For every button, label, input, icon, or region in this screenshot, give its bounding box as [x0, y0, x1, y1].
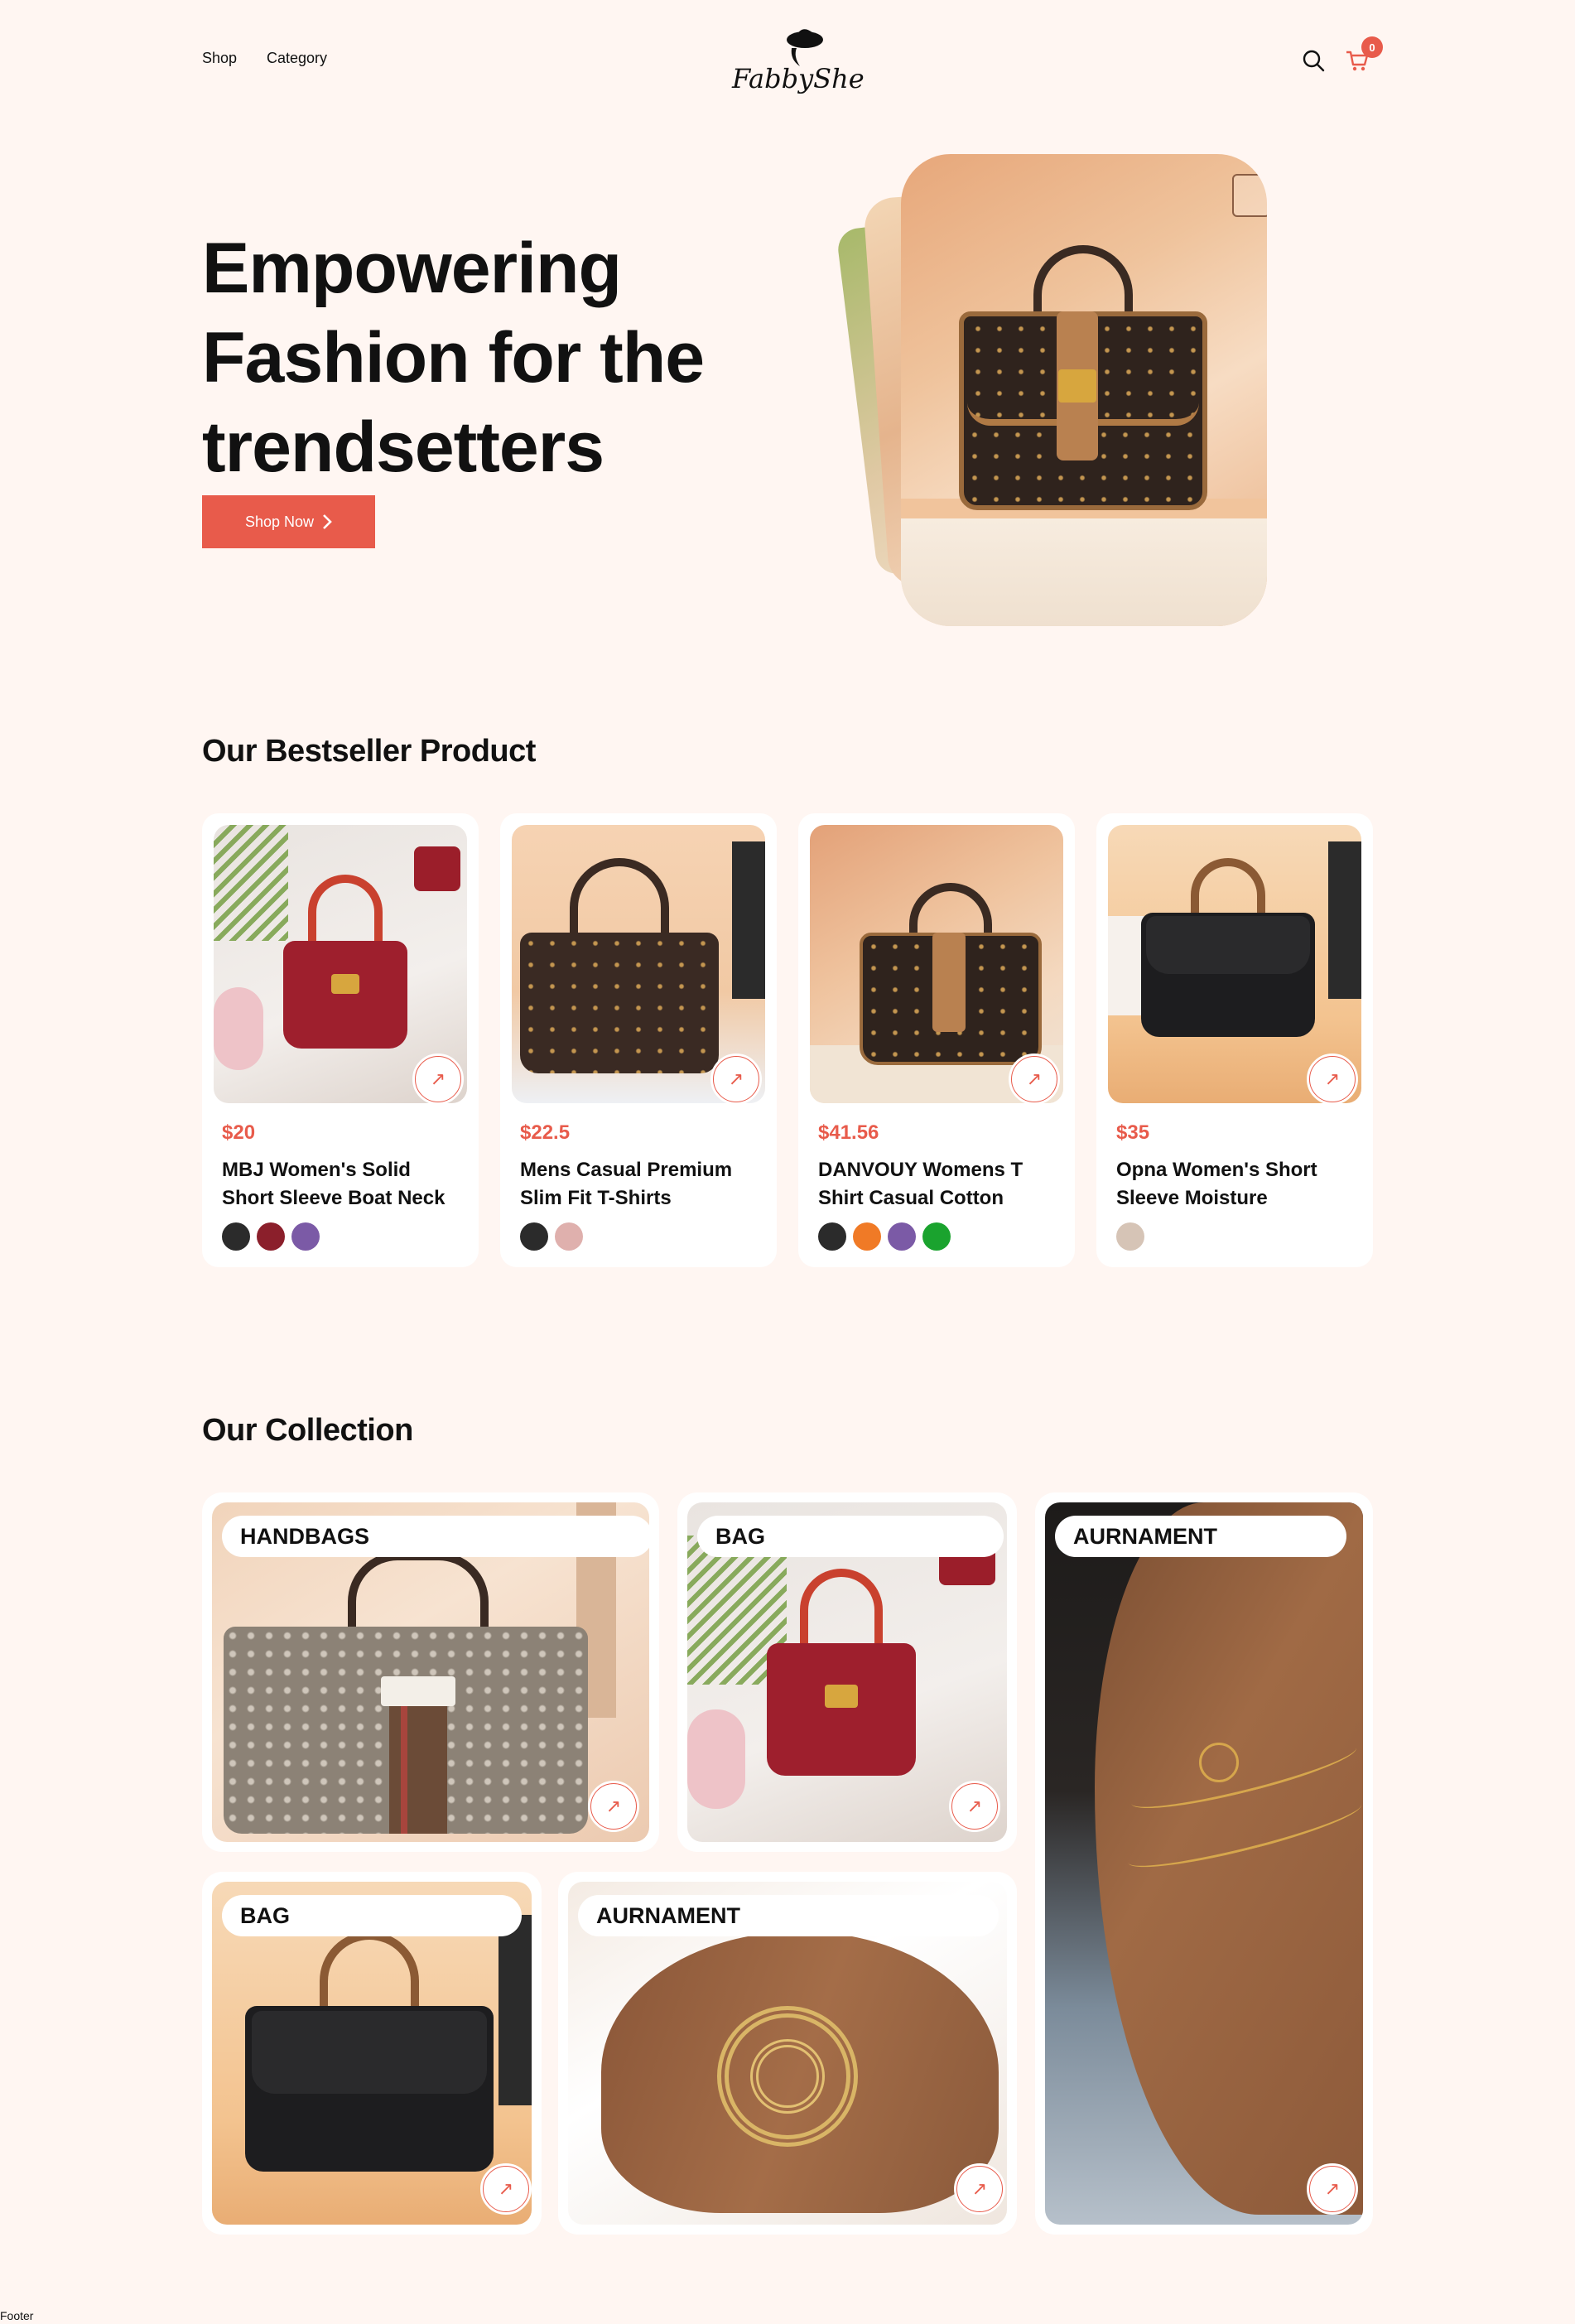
collection-label: BAG [222, 1895, 522, 1936]
product-name: Opna Women's Short Sleeve Moisture [1116, 1159, 1317, 1209]
arrow-up-right-icon: ↗ [1309, 2166, 1356, 2212]
hero-image [901, 154, 1267, 626]
product-name: DANVOUY Womens T Shirt Casual Cotton [818, 1159, 1024, 1209]
shop-now-button[interactable]: Shop Now [202, 495, 375, 548]
chevron-right-icon [323, 514, 332, 529]
color-swatches [222, 1222, 320, 1251]
collection-card-handbags[interactable]: HANDBAGS ↗ [202, 1492, 659, 1852]
collection-label: HANDBAGS [222, 1516, 653, 1557]
product-price: $22.5 [520, 1121, 571, 1144]
product-price: $35 [1116, 1121, 1150, 1144]
product-card[interactable]: ↗ $22.5 Mens Casual Premium Slim Fit T-S… [500, 813, 777, 1267]
view-product-button[interactable]: ↗ [1307, 1054, 1358, 1105]
footer: Footer [0, 2309, 34, 2322]
product-card[interactable]: ↗ $20 MBJ Women's Solid Short Sleeve Boa… [202, 813, 479, 1267]
arrow-up-right-icon: ↗ [415, 1056, 461, 1102]
color-swatch[interactable] [257, 1222, 285, 1251]
hero-shelf-base [901, 518, 1267, 626]
brand-logo[interactable]: FabbyShe [727, 20, 865, 103]
collection-label: BAG [697, 1516, 1004, 1557]
handbag-illustration [951, 245, 1216, 518]
arrow-up-right-icon: ↗ [1011, 1056, 1057, 1102]
collection-card-aurnament[interactable]: AURNAMENT ↗ [1035, 1492, 1373, 2235]
view-collection-button[interactable]: ↗ [954, 2163, 1005, 2215]
brand-logo-text: FabbyShe [732, 63, 865, 94]
product-card[interactable]: ↗ $35 Opna Women's Short Sleeve Moisture [1096, 813, 1373, 1267]
nav-category-link[interactable]: Category [267, 50, 327, 67]
view-collection-button[interactable]: ↗ [588, 1781, 639, 1832]
collection-label: AURNAMENT [578, 1895, 999, 1936]
collection-card-bag[interactable]: BAG ↗ [202, 1872, 542, 2235]
color-swatch[interactable] [818, 1222, 846, 1251]
color-swatches [818, 1222, 951, 1251]
arrow-up-right-icon: ↗ [951, 1783, 998, 1830]
view-collection-button[interactable]: ↗ [949, 1781, 1000, 1832]
product-price: $20 [222, 1121, 256, 1144]
color-swatch[interactable] [520, 1222, 548, 1251]
search-icon[interactable] [1302, 49, 1325, 72]
arrow-up-right-icon: ↗ [590, 1783, 637, 1830]
arrow-up-right-icon: ↗ [956, 2166, 1003, 2212]
color-swatch[interactable] [555, 1222, 583, 1251]
arrow-up-right-icon: ↗ [483, 2166, 529, 2212]
product-name: MBJ Women's Solid Short Sleeve Boat Neck [222, 1159, 446, 1209]
product-price: $41.56 [818, 1121, 879, 1144]
color-swatch[interactable] [922, 1222, 951, 1251]
collection-card-bag[interactable]: BAG ↗ [677, 1492, 1017, 1852]
view-product-button[interactable]: ↗ [1009, 1054, 1060, 1105]
nav-shop-link[interactable]: Shop [202, 50, 237, 67]
color-swatches [520, 1222, 583, 1251]
arrow-up-right-icon: ↗ [1309, 1056, 1356, 1102]
collection-label: AURNAMENT [1055, 1516, 1346, 1557]
bestseller-title: Our Bestseller Product [202, 734, 536, 769]
collection-title: Our Collection [202, 1413, 413, 1448]
hat-icon [787, 29, 823, 66]
view-product-button[interactable]: ↗ [710, 1054, 762, 1105]
cart-count-badge: 0 [1361, 36, 1383, 58]
collection-card-aurnament[interactable]: AURNAMENT ↗ [558, 1872, 1017, 2235]
product-name: Mens Casual Premium Slim Fit T-Shirts [520, 1159, 733, 1209]
color-swatch[interactable] [1116, 1222, 1144, 1251]
arrow-up-right-icon: ↗ [713, 1056, 759, 1102]
color-swatch[interactable] [222, 1222, 250, 1251]
view-collection-button[interactable]: ↗ [1307, 2163, 1358, 2215]
product-card[interactable]: ↗ $41.56 DANVOUY Womens T Shirt Casual C… [798, 813, 1075, 1267]
color-swatch[interactable] [853, 1222, 881, 1251]
collection-image [1045, 1502, 1363, 2225]
color-swatch[interactable] [888, 1222, 916, 1251]
shop-now-label: Shop Now [244, 513, 315, 530]
color-swatch[interactable] [291, 1222, 320, 1251]
brand-tag [1232, 174, 1267, 217]
hero-title: Empowering Fashion for the trendsetters [202, 229, 705, 487]
view-product-button[interactable]: ↗ [412, 1054, 464, 1105]
view-collection-button[interactable]: ↗ [480, 2163, 532, 2215]
color-swatches [1116, 1222, 1144, 1251]
